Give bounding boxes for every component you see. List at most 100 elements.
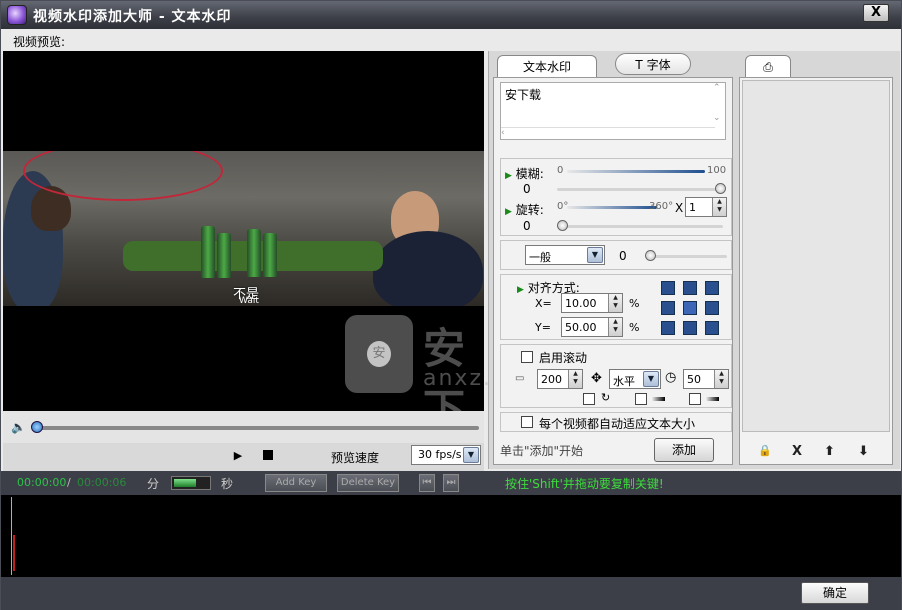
y-label: Y= — [535, 321, 551, 334]
title-bar: 视频水印添加大师 - 文本水印 X — [1, 1, 901, 29]
auto-fit-checkbox[interactable] — [521, 416, 533, 428]
prev-key-icon[interactable]: ⏮ — [419, 474, 435, 492]
mode-level-knob[interactable] — [645, 250, 656, 261]
watermark-list[interactable] — [742, 80, 890, 432]
close-button[interactable]: X — [863, 4, 889, 22]
blur-slider-knob[interactable] — [715, 183, 726, 194]
fade-out-icon — [705, 397, 719, 401]
rotate-label: 旋转: — [515, 203, 544, 217]
next-key-icon[interactable]: ⏭ — [443, 474, 459, 492]
tab-text-watermark[interactable]: 文本水印 — [497, 55, 597, 79]
align-top-left-icon[interactable] — [661, 281, 675, 295]
preview-label: 视频预览: — [13, 35, 66, 49]
mode-select[interactable]: 一般 ▼ — [525, 245, 605, 265]
align-top-right-icon[interactable] — [705, 281, 719, 295]
lock-icon[interactable]: 🔒 — [758, 444, 772, 457]
align-top-center-icon[interactable] — [683, 281, 697, 295]
speed-label: 预览速度 — [331, 451, 380, 465]
align-middle-right-icon[interactable] — [705, 301, 719, 315]
rotate-value: 0 — [523, 219, 531, 233]
video-subtitle-en: Wait — [239, 296, 259, 306]
chevron-down-icon[interactable]: ▼ — [463, 447, 479, 463]
loop-icon: ↻ — [601, 391, 611, 404]
rotate-slider[interactable] — [557, 225, 723, 228]
add-key-button[interactable]: Add Key — [265, 474, 327, 492]
x-percent: % — [629, 297, 640, 310]
delete-key-button[interactable]: Delete Key — [337, 474, 399, 492]
scroll-speed-spinner[interactable]: 50 ▲ ▼ — [683, 369, 729, 389]
y-percent: % — [629, 321, 640, 334]
scroll-length-spinner[interactable]: 200 ▲ ▼ — [537, 369, 583, 389]
tab-list[interactable]: ⎙ — [745, 55, 791, 79]
scroll-speed-value: 50 — [687, 373, 701, 386]
rotate-multiplier-value: 1 — [689, 201, 696, 214]
app-logo-icon — [7, 5, 27, 25]
tab-font[interactable]: T 字体 — [615, 53, 691, 75]
video-preview: 不是 Wait 安 安下载 anxz.com — [3, 51, 543, 495]
align-section: ▶ 对齐方式: X= 10.00 ▲ ▼ % Y= 50.00 ▲ ▼ % — [500, 274, 732, 340]
loop-checkbox[interactable] — [583, 393, 595, 405]
mode-section: 一般 ▼ 0 — [500, 240, 732, 270]
zoom-slider[interactable] — [171, 476, 211, 490]
speed-select[interactable]: 30 fps/s ▼ — [411, 445, 481, 465]
move-direction-icon: ✥ — [591, 371, 602, 386]
seek-track[interactable] — [33, 426, 479, 430]
footer-bar: 确定 — [1, 577, 901, 610]
zoom-fill — [174, 479, 196, 487]
seek-thumb[interactable] — [31, 421, 43, 433]
x-label: X= — [535, 297, 552, 310]
spinner-arrows-icon[interactable]: ▲ ▼ — [714, 370, 728, 388]
shift-drag-hint: 按住'Shift'并拖动要复制关键! — [505, 477, 664, 491]
align-center-icon[interactable] — [683, 301, 697, 315]
delete-button[interactable]: X — [792, 444, 802, 459]
stop-button[interactable] — [263, 450, 273, 460]
chevron-down-icon[interactable]: ▼ — [587, 247, 603, 263]
auto-fit-label: 每个视频都自动适应文本大小 — [539, 417, 696, 431]
textarea-hscroll[interactable]: ‹ — [501, 127, 715, 139]
x-position-spinner[interactable]: 10.00 ▲ ▼ — [561, 293, 623, 313]
align-bottom-right-icon[interactable] — [705, 321, 719, 335]
window-title: 视频水印添加大师 - 文本水印 — [33, 9, 232, 25]
keyframe-marker[interactable] — [13, 535, 15, 571]
align-bottom-left-icon[interactable] — [661, 321, 675, 335]
fade-out-checkbox[interactable] — [689, 393, 701, 405]
spinner-arrows-icon[interactable]: ▲ ▼ — [608, 318, 622, 336]
scroll-section: 启用滚动 ▭ 200 ▲ ▼ ✥ 水平 ▼ ◷ 50 ▲ ▼ ↻ — [500, 344, 732, 408]
enable-scroll-checkbox[interactable] — [521, 351, 533, 363]
blur-slider[interactable] — [557, 188, 723, 191]
fade-in-icon — [651, 397, 665, 401]
y-position-value: 50.00 — [565, 321, 597, 334]
rotate-range-bar — [567, 206, 657, 209]
mode-level-slider[interactable] — [647, 255, 727, 258]
spinner-arrows-icon[interactable]: ▲ ▼ — [712, 198, 726, 216]
fade-in-checkbox[interactable] — [635, 393, 647, 405]
blur-label: 模糊: — [515, 167, 544, 181]
time-separator: / — [67, 476, 71, 489]
rotate-max: 360° — [649, 201, 674, 212]
spinner-arrows-icon[interactable]: ▲ ▼ — [568, 370, 582, 388]
align-middle-left-icon[interactable] — [661, 301, 675, 315]
move-down-button[interactable]: ⬇ — [858, 444, 869, 459]
watermark-logo-char: 安 — [367, 341, 391, 367]
total-time: 00:00:06 — [77, 476, 127, 489]
scroll-direction-select[interactable]: 水平 ▼ — [609, 369, 661, 389]
y-position-spinner[interactable]: 50.00 ▲ ▼ — [561, 317, 623, 337]
move-up-button[interactable]: ⬆ — [824, 444, 835, 459]
rotate-multiplier-spinner[interactable]: 1 ▲ ▼ — [685, 197, 727, 217]
blur-value: 0 — [523, 182, 531, 196]
chevron-down-icon[interactable]: ▼ — [643, 371, 659, 387]
blur-range-bar — [567, 170, 705, 173]
speaker-icon[interactable]: 🔈 — [11, 420, 26, 434]
watermark-text-input[interactable]: 安下载 ⌃ ⌄ ‹ — [500, 82, 726, 140]
ok-button[interactable]: 确定 — [801, 582, 869, 604]
mode-level-value: 0 — [619, 249, 627, 263]
expand-arrow-icon: ▶ — [505, 207, 512, 217]
rotate-slider-knob[interactable] — [557, 220, 568, 231]
align-bottom-center-icon[interactable] — [683, 321, 697, 335]
watermark-logo: 安 — [345, 315, 413, 393]
timeline-track[interactable] — [1, 495, 901, 577]
settings-area: 文本水印 T 字体 ⎙ 安下载 ⌃ ⌄ ‹ ▶ 模糊: 0 100 0 ▶ 旋转:… — [488, 51, 900, 469]
spinner-arrows-icon[interactable]: ▲ ▼ — [608, 294, 622, 312]
add-button[interactable]: 添加 — [654, 438, 714, 462]
play-button[interactable]: ▶ — [231, 449, 245, 463]
